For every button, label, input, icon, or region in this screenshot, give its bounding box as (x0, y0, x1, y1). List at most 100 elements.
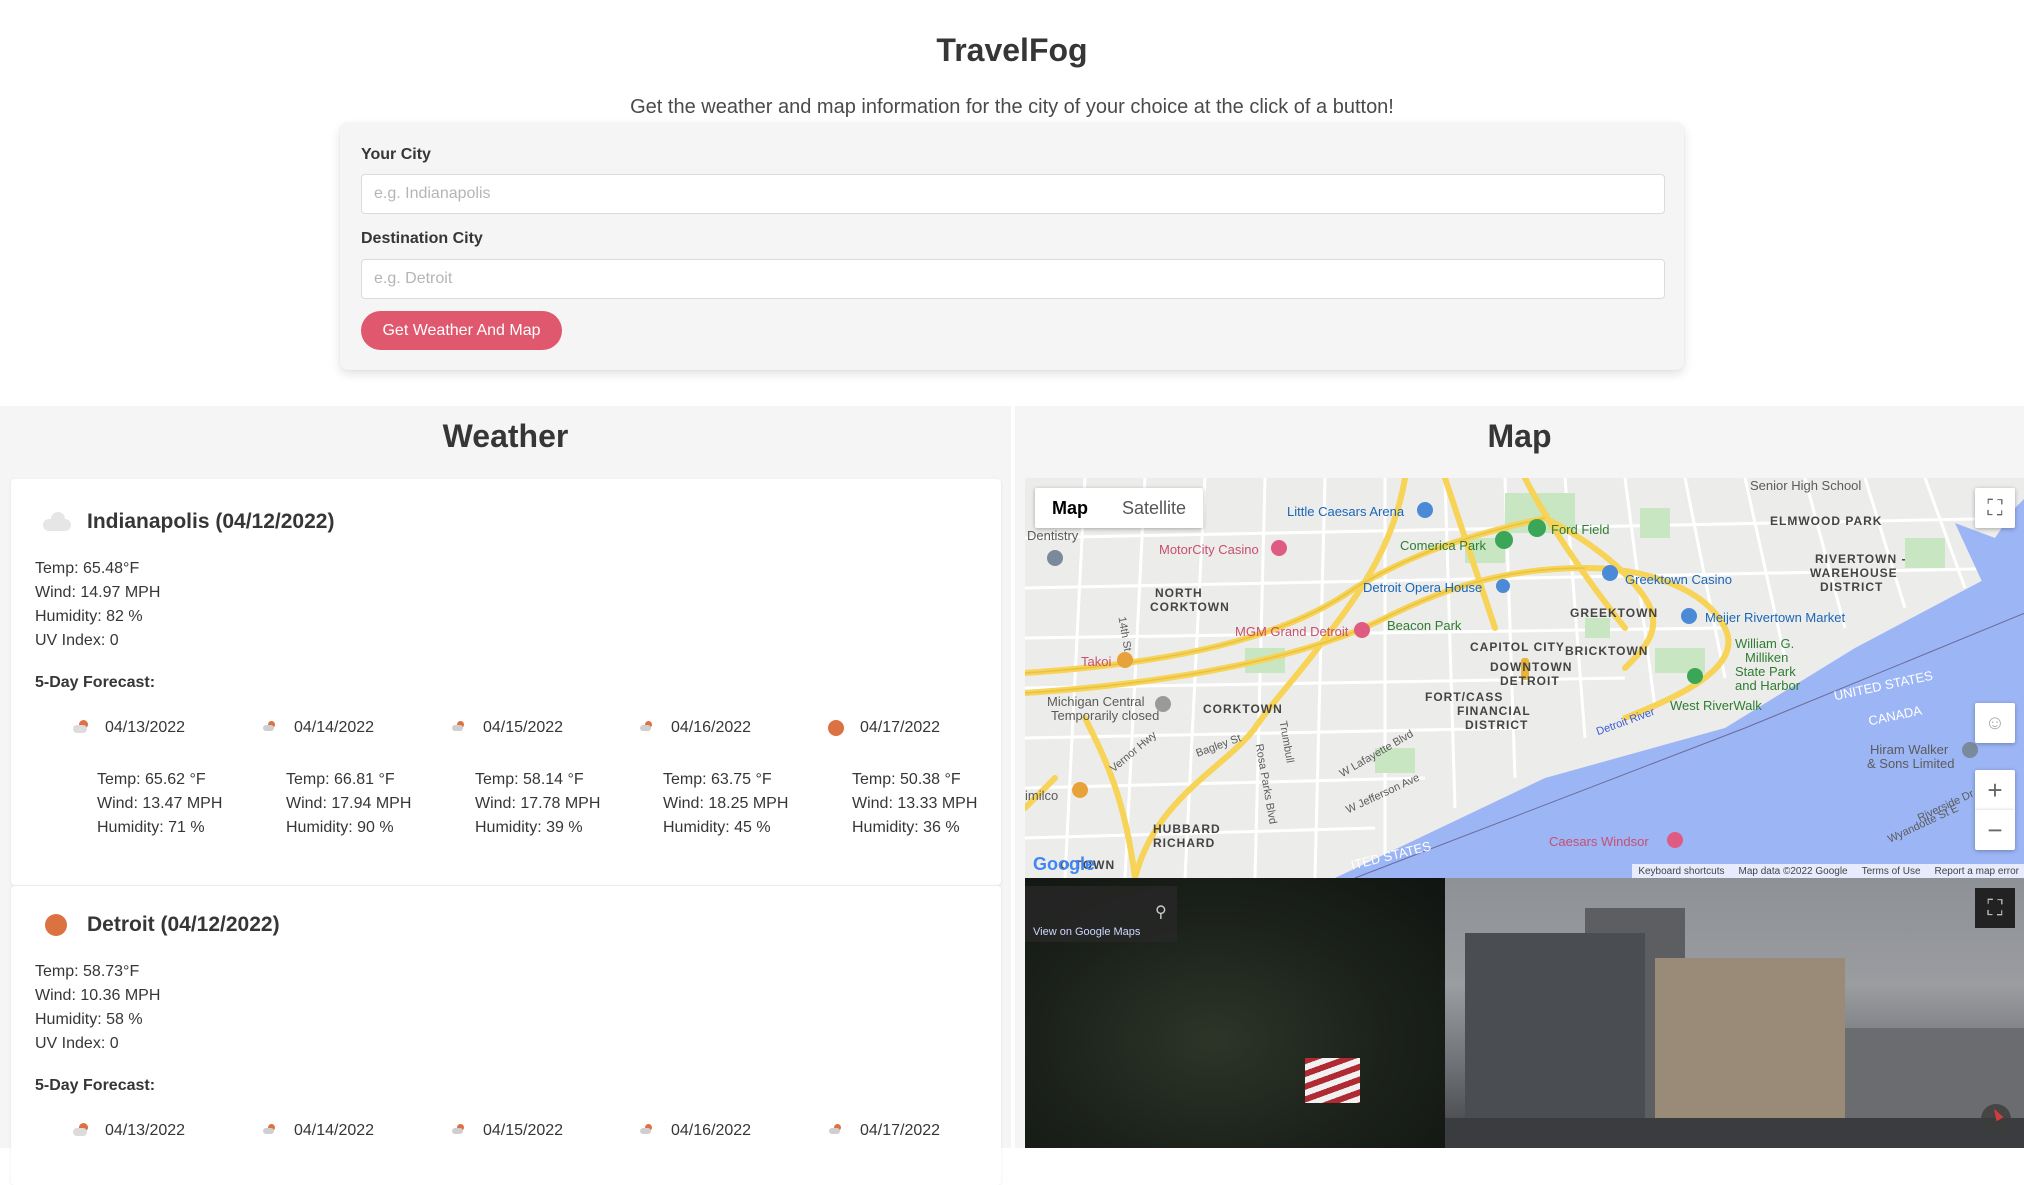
city-header: Indianapolis (04/12/2022) (35, 507, 334, 537)
map-label: ELMWOOD PARK (1770, 514, 1883, 528)
map-label: Senior High School (1750, 478, 1862, 493)
rain-icon (635, 716, 659, 740)
get-weather-and-map-button[interactable]: Get Weather And Map (361, 311, 562, 350)
fullscreen-icon[interactable]: ⛶ (1975, 888, 2015, 928)
uv-index-value: UV Index: 0 (35, 1035, 119, 1052)
map-label: Ford Field (1551, 522, 1610, 537)
forecast-wind: Wind: 13.33 MPH (852, 795, 978, 812)
pegman-icon[interactable]: ☺ (1975, 703, 2015, 743)
your-city-input[interactable] (361, 174, 1665, 214)
map-label: MotorCity Casino (1159, 542, 1259, 557)
fullscreen-icon[interactable]: ⛶ (1975, 488, 2015, 528)
weather-title: Weather (442, 418, 569, 454)
city-name: Detroit (04/12/2022) (87, 913, 280, 936)
map-label: BRICKTOWN (1565, 644, 1649, 658)
forecast-temp: Temp: 66.81 °F (286, 771, 395, 788)
wind-value: Wind: 10.36 MPH (35, 987, 161, 1004)
humidity-value: Humidity: 58 % (35, 1011, 143, 1028)
forecast-date: 04/15/2022 (483, 1122, 564, 1139)
sun-icon (824, 716, 848, 740)
zoom-in-button[interactable]: + (1975, 770, 2015, 810)
map-label: GREEKTOWN (1570, 606, 1659, 620)
forecast-date: 04/14/2022 (294, 1122, 375, 1139)
app-title: TravelFog (936, 32, 1088, 68)
forecast-day: 04/15/2022 Temp: 58.14 °F Wind: 17.78 MP… (447, 716, 637, 840)
map-label: William G. (1735, 636, 1795, 651)
map-label: Caesars Windsor (1549, 834, 1649, 849)
forecast-day: 04/17/2022 (824, 1119, 1014, 1143)
map-data-attribution: Map data ©2022 Google (1738, 865, 1848, 877)
sun-icon (35, 910, 75, 940)
forecast-day: 04/14/2022 (258, 1119, 448, 1143)
map-type-satellite-button[interactable]: Satellite (1105, 488, 1203, 528)
map-label: & Sons Limited (1867, 756, 1955, 771)
map-label: FORT/CASS (1425, 690, 1504, 704)
google-logo: Google (1033, 854, 1095, 874)
zoom-out-button[interactable]: − (1975, 810, 2015, 850)
forecast-date: 04/16/2022 (671, 1122, 752, 1139)
map-label: Meijer Rivertown Market (1705, 610, 1846, 625)
forecast-date: 04/15/2022 (483, 719, 564, 736)
rain-icon (258, 1119, 282, 1143)
map-label: Dentistry (1027, 528, 1079, 543)
current-conditions: Temp: 65.48°F Wind: 14.97 MPH Humidity: … (35, 557, 160, 653)
app-subtitle: Get the weather and map information for … (630, 96, 1394, 118)
map-label: DOWNTOWN (1490, 660, 1573, 674)
temp-value: Temp: 58.73°F (35, 963, 140, 980)
map-label: Temporarily closed (1051, 708, 1160, 723)
map-title: Map (1487, 418, 1552, 454)
compass-icon[interactable] (1981, 1104, 2011, 1134)
map-label: Little Caesars Arena (1287, 504, 1405, 519)
map-label: RIVERTOWN - (1815, 552, 1907, 566)
your-city-label: Your City (361, 146, 431, 163)
forecast-date: 04/13/2022 (105, 719, 186, 736)
map-label: and Harbor (1735, 678, 1801, 693)
rain-icon (447, 716, 471, 740)
keyboard-shortcuts-link[interactable]: Keyboard shortcuts (1638, 866, 1724, 877)
map-label: RICHARD (1153, 836, 1216, 850)
map-label: DISTRICT (1820, 580, 1884, 594)
map-type-map-button[interactable]: Map (1035, 488, 1105, 528)
rain-icon (447, 1119, 471, 1143)
map-label: CORKTOWN (1203, 702, 1283, 716)
forecast-temp: Temp: 65.62 °F (97, 771, 206, 788)
forecast-day: 04/14/2022 Temp: 66.81 °F Wind: 17.94 MP… (258, 716, 448, 840)
map-label: HUBBARD (1153, 822, 1221, 836)
forecast-humidity: Humidity: 39 % (475, 819, 583, 836)
forecast-date: 04/17/2022 (860, 1122, 941, 1139)
google-map[interactable]: Senior High School ELMWOOD PARK Mt Littl… (1025, 478, 2024, 878)
map-label: DISTRICT (1465, 718, 1529, 732)
forecast-date: 04/17/2022 (860, 719, 941, 736)
map-label: Comerica Park (1400, 538, 1486, 553)
city-card: Indianapolis (04/12/2022) Temp: 65.48°F … (11, 479, 1001, 885)
forecast-date: 04/13/2022 (105, 1122, 186, 1139)
map-label: Milliken (1745, 650, 1789, 665)
forecast-temp: Temp: 63.75 °F (663, 771, 772, 788)
forecast-day: 04/13/2022 (69, 1119, 259, 1143)
forecast-humidity: Humidity: 36 % (852, 819, 960, 836)
city-card: Detroit (04/12/2022) Temp: 58.73°F Wind:… (11, 885, 1001, 1185)
map-label: Takoi (1081, 654, 1112, 669)
forecast-day: 04/16/2022 Temp: 63.75 °F Wind: 18.25 MP… (635, 716, 825, 840)
forecast-temp: Temp: 50.38 °F (852, 771, 961, 788)
uv-index-value: UV Index: 0 (35, 632, 119, 649)
cloud-icon (35, 507, 75, 537)
forecast-label: 5-Day Forecast: (35, 1077, 156, 1094)
temp-value: Temp: 65.48°F (35, 560, 140, 577)
forecast-wind: Wind: 17.94 MPH (286, 795, 412, 812)
report-map-error-link[interactable]: Report a map error (1935, 866, 2019, 877)
destination-city-input[interactable] (361, 259, 1665, 299)
forecast-humidity: Humidity: 45 % (663, 819, 771, 836)
rain-icon (635, 1119, 659, 1143)
forecast-label: 5-Day Forecast: (35, 674, 156, 691)
street-view[interactable]: View on Google Maps ⚲ ⛶ (1025, 878, 2024, 1148)
map-label: Michigan Central (1047, 694, 1145, 709)
terms-of-use-link[interactable]: Terms of Use (1862, 866, 1921, 877)
forecast-wind: Wind: 17.78 MPH (475, 795, 601, 812)
map-panel: Map Senior High School ELMWOOD PARK Litt… (1015, 406, 2024, 1148)
flag-image (1305, 1058, 1360, 1103)
wind-value: Wind: 14.97 MPH (35, 584, 161, 601)
rain-icon (258, 716, 282, 740)
map-label: State Park (1735, 664, 1796, 679)
forecast-temp: Temp: 58.14 °F (475, 771, 584, 788)
